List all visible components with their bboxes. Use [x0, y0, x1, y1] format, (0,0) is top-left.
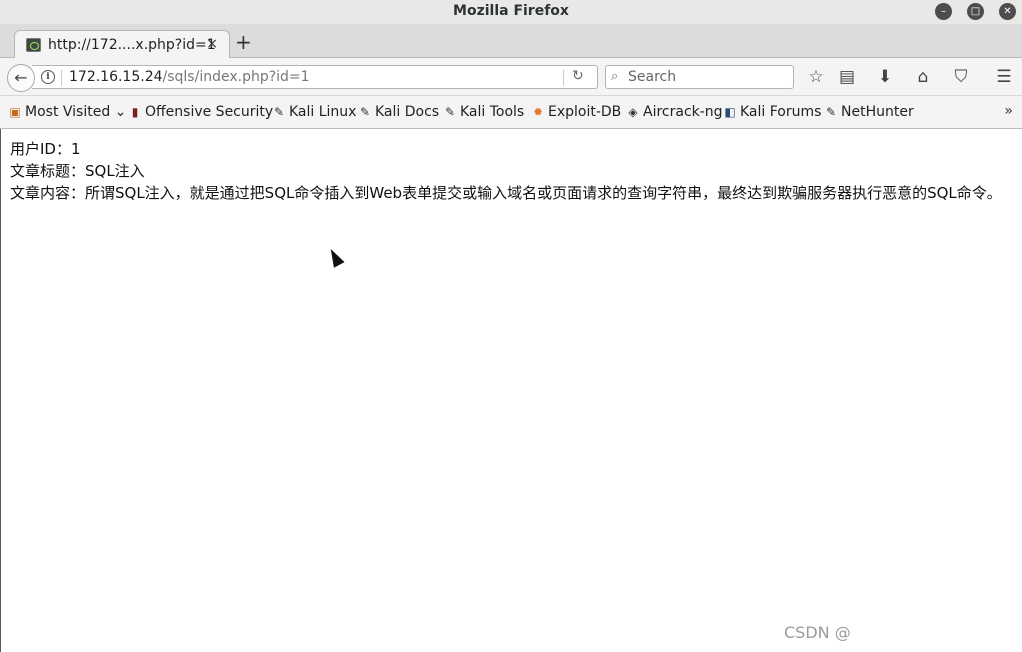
- bookmark-aircrack-ng[interactable]: ◈ Aircrack-ng: [626, 104, 723, 120]
- close-window-icon[interactable]: ✕: [999, 3, 1016, 20]
- folder-icon: ▣: [9, 105, 21, 119]
- article-content-line: 文章内容：所谓SQL注入，就是通过把SQL命令插入到Web表单提交或输入域名或页…: [10, 184, 1002, 202]
- url-bar[interactable]: i 172.16.15.24/sqls/index.php?id=1 ↻: [32, 65, 598, 89]
- kali-dragon-icon: ✎: [444, 105, 456, 119]
- url-separator: [61, 70, 62, 86]
- bookmarks-toolbar: ▣ Most Visited ⌄ ▮ Offensive Security ✎ Kal…: [0, 96, 1022, 129]
- home-icon[interactable]: ⌂: [912, 66, 934, 88]
- bookmark-kali-tools[interactable]: ✎ Kali Tools: [443, 104, 524, 120]
- bookmark-most-visited[interactable]: ▣ Most Visited ⌄: [8, 104, 126, 120]
- url-path: /sqls/index.php?id=1: [162, 69, 310, 85]
- bookmark-label: Kali Forums: [740, 104, 822, 120]
- kali-dragon-icon: ✎: [825, 105, 837, 119]
- window-title: Mozilla Firefox: [453, 3, 569, 19]
- bookmark-exploit-db[interactable]: ✹ Exploit-DB: [531, 104, 621, 120]
- bookmark-label: NetHunter: [841, 104, 914, 120]
- search-icon: ⌕: [611, 69, 619, 84]
- article-title-line: 文章标题：SQL注入: [10, 162, 145, 180]
- bookmark-star-icon[interactable]: ☆: [805, 66, 827, 88]
- bookmark-label: Kali Tools: [460, 104, 525, 120]
- reload-separator: [563, 70, 564, 86]
- bookmark-kali-forums[interactable]: ◧ Kali Forums: [723, 104, 821, 120]
- bookmark-kali-linux[interactable]: ✎ Kali Linux: [272, 104, 357, 120]
- bookmark-label: Kali Linux: [289, 104, 357, 120]
- maximize-icon[interactable]: □: [967, 3, 984, 20]
- kali-forums-icon: ◧: [724, 105, 736, 119]
- menu-icon[interactable]: ☰: [993, 66, 1015, 88]
- user-id-line: 用户ID：1: [10, 140, 81, 158]
- aircrack-icon: ◈: [628, 105, 638, 119]
- minimize-icon[interactable]: –: [935, 3, 952, 20]
- tab-close-icon[interactable]: ×: [206, 36, 218, 52]
- site-info-icon[interactable]: i: [41, 70, 55, 84]
- csdn-watermark: CSDN @: [784, 623, 851, 642]
- reload-icon[interactable]: ↻: [572, 68, 584, 84]
- offsec-icon: ▮: [131, 105, 139, 119]
- tab-title: http://172....x.php?id=1: [48, 37, 216, 53]
- tab-active[interactable]: http://172....x.php?id=1 ×: [14, 30, 230, 59]
- bookmark-label: Most Visited: [25, 104, 111, 120]
- search-bar[interactable]: ⌕: [605, 65, 794, 89]
- reader-list-icon[interactable]: ▤: [836, 66, 858, 88]
- kali-dragon-icon: ✎: [359, 105, 371, 119]
- navigation-toolbar: i 172.16.15.24/sqls/index.php?id=1 ↻ ← ⌕…: [0, 58, 1022, 96]
- kali-dragon-icon: ✎: [273, 105, 285, 119]
- bookmark-label: Aircrack-ng: [643, 104, 723, 120]
- page-favicon-icon: [26, 38, 41, 52]
- exploit-db-icon: ✹: [532, 105, 544, 119]
- url-host: 172.16.15.24: [69, 69, 163, 85]
- back-button[interactable]: ←: [7, 64, 35, 92]
- page-content: 用户ID：1 文章标题：SQL注入 文章内容：所谓SQL注入，就是通过把SQL命…: [0, 129, 1022, 652]
- new-tab-button[interactable]: +: [235, 30, 252, 54]
- bookmarks-overflow-icon[interactable]: »: [1004, 103, 1013, 119]
- pocket-icon[interactable]: ⛉: [950, 66, 972, 88]
- window-titlebar: Mozilla Firefox – □ ✕: [0, 0, 1022, 24]
- bookmark-kali-docs[interactable]: ✎ Kali Docs: [358, 104, 439, 120]
- bookmark-label: Exploit-DB: [548, 104, 622, 120]
- chevron-down-icon: ⌄: [110, 104, 127, 120]
- url-text[interactable]: 172.16.15.24/sqls/index.php?id=1: [69, 69, 310, 85]
- bookmark-nethunter[interactable]: ✎ NetHunter: [824, 104, 914, 120]
- downloads-icon[interactable]: ⬇: [874, 66, 896, 88]
- bookmark-offensive-security[interactable]: ▮ Offensive Security: [128, 104, 274, 120]
- tab-strip: http://172....x.php?id=1 × +: [0, 24, 1022, 59]
- back-arrow-icon: ←: [14, 68, 28, 87]
- mouse-cursor-icon: [325, 246, 345, 268]
- search-input[interactable]: [628, 68, 788, 86]
- bookmark-label: Offensive Security: [145, 104, 274, 120]
- bookmark-label: Kali Docs: [375, 104, 440, 120]
